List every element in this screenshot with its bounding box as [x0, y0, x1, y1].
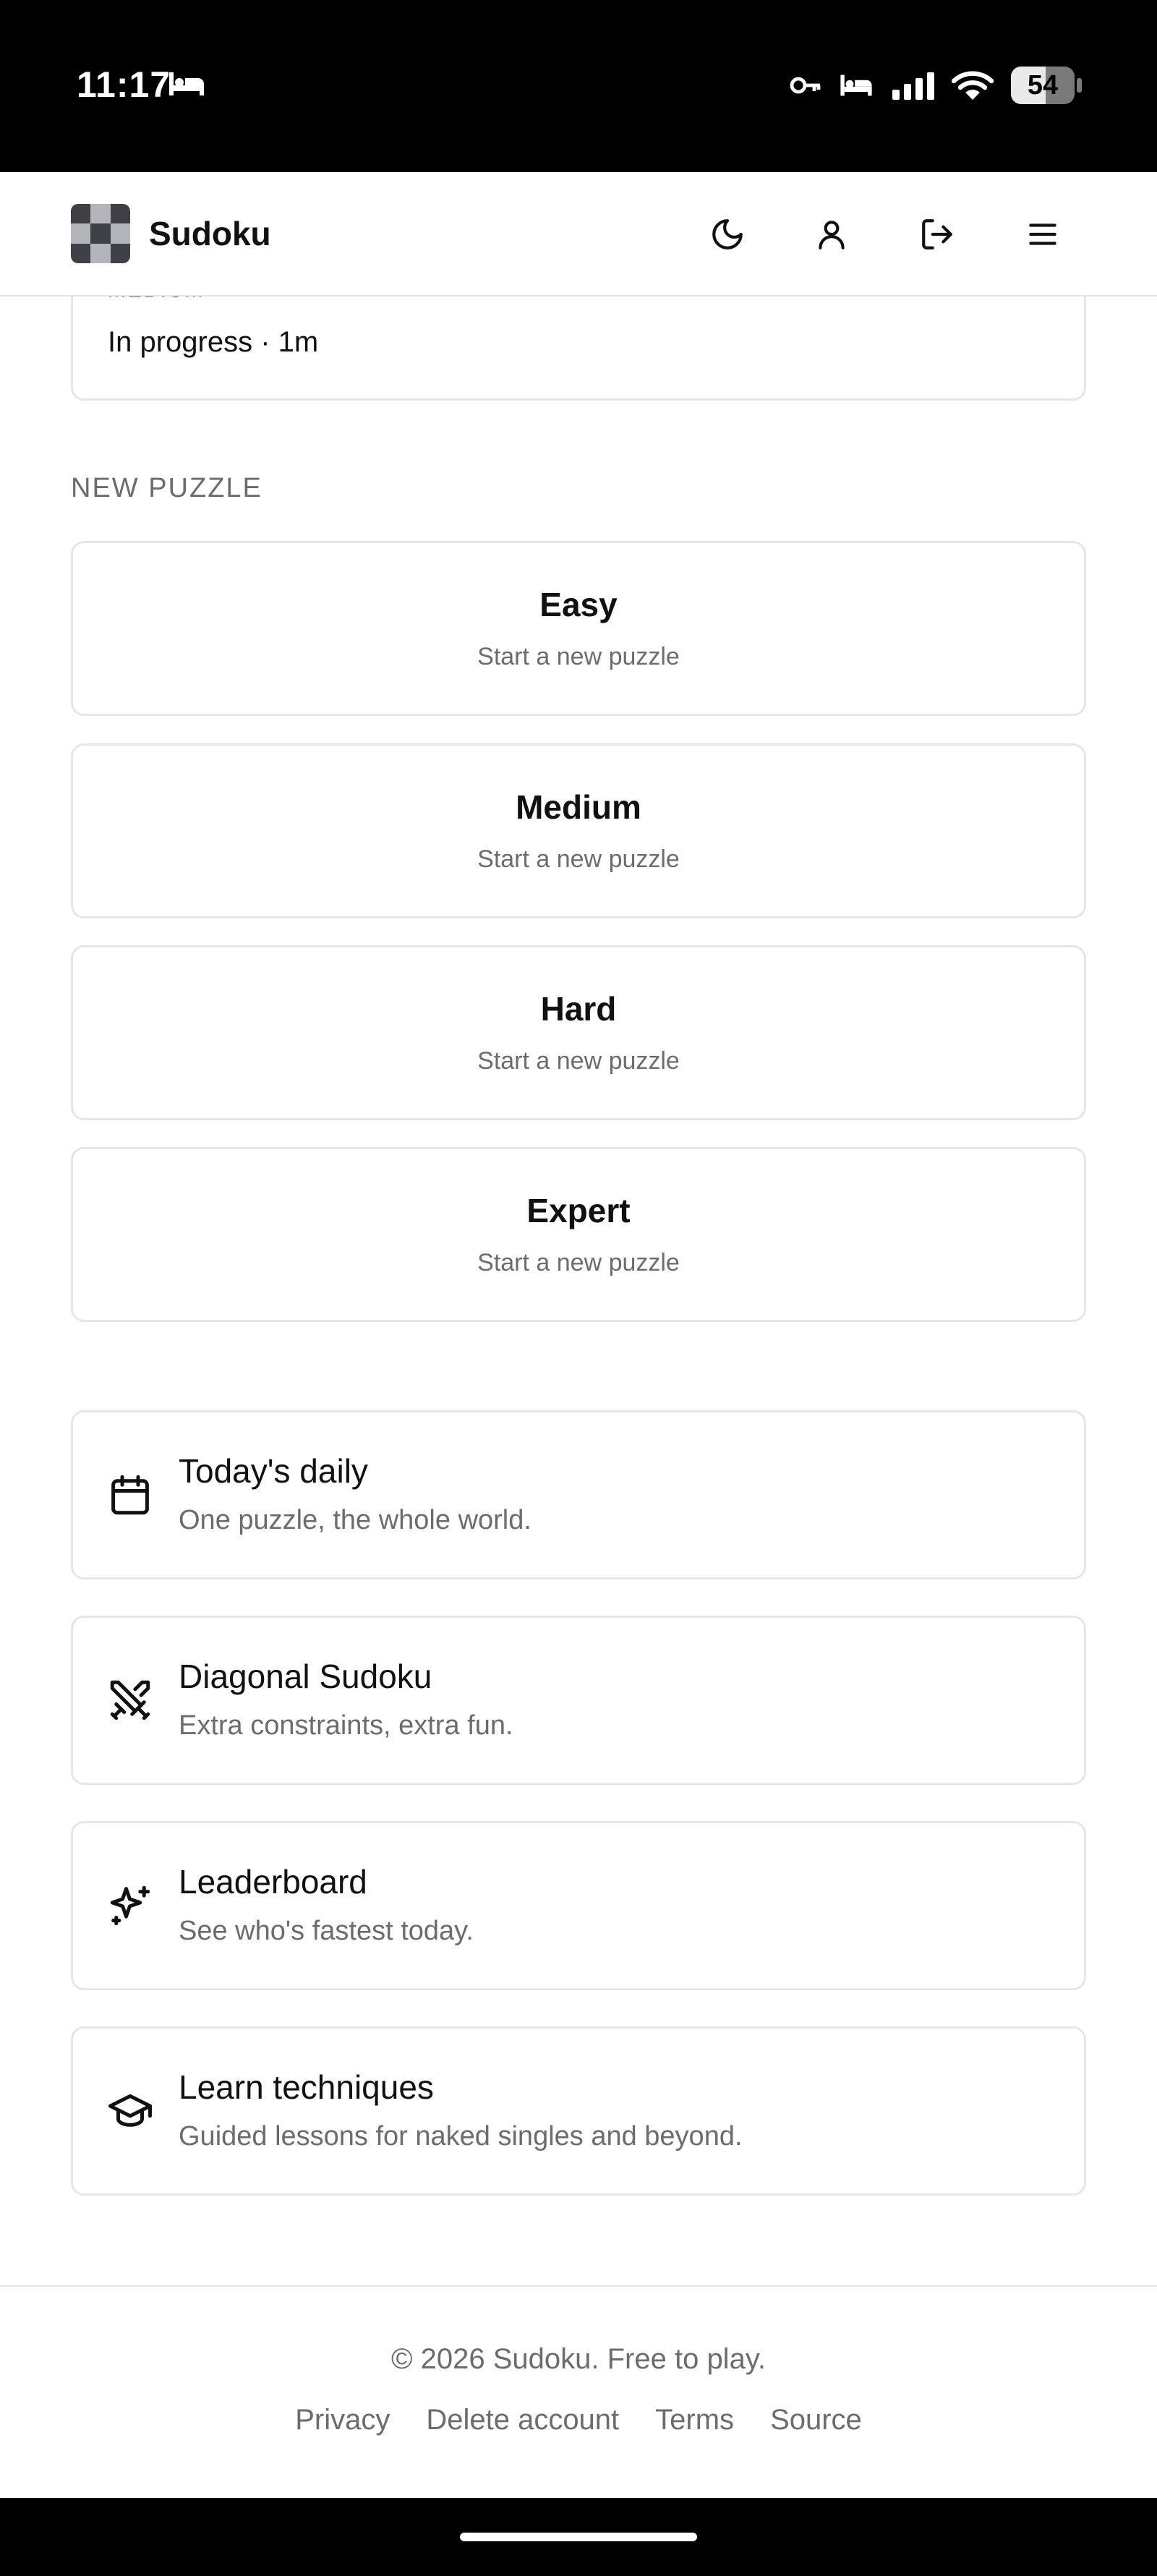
feature-title: Leaderboard [179, 1863, 367, 1901]
signal-icon [892, 72, 934, 100]
difficulty-subtitle: Start a new puzzle [477, 845, 680, 873]
footer-links: Privacy Delete account Terms Source [0, 2404, 1157, 2436]
status-time: 11:17 [77, 64, 171, 105]
menu-button[interactable] [1017, 208, 1069, 260]
difficulty-title: Easy [539, 586, 618, 623]
new-medium-puzzle-button[interactable]: Medium Start a new puzzle [71, 743, 1086, 918]
battery-level: 54 [1027, 69, 1059, 101]
theme-toggle-button[interactable] [701, 208, 753, 260]
feature-title: Diagonal Sudoku [179, 1658, 432, 1695]
user-icon [819, 221, 845, 250]
sudoku-logo-icon[interactable] [71, 204, 130, 263]
learn-techniques-link[interactable]: Learn techniques Guided lessons for nake… [71, 2026, 1086, 2196]
source-link[interactable]: Source [770, 2404, 862, 2436]
home-indicator[interactable] [460, 2533, 697, 2541]
battery-icon: 54 [1011, 67, 1082, 104]
daily-puzzle-link[interactable]: Today's daily One puzzle, the whole worl… [71, 1410, 1086, 1579]
app-title[interactable]: Sudoku [149, 213, 271, 255]
feature-subtitle: Extra constraints, extra fun. [179, 1710, 513, 1741]
feature-title: Learn techniques [179, 2068, 434, 2106]
new-expert-puzzle-button[interactable]: Expert Start a new puzzle [71, 1147, 1086, 1322]
logout-icon [922, 219, 952, 250]
graduation-cap-icon [108, 2094, 152, 2127]
app-header: Sudoku [0, 172, 1157, 297]
diagonal-sudoku-link[interactable]: Diagonal Sudoku Extra constraints, extra… [71, 1616, 1086, 1785]
in-progress-status: In progress · 1m [108, 326, 319, 358]
sparkles-icon [110, 1885, 150, 1926]
calendar-icon [111, 1475, 149, 1515]
difficulty-title: Hard [540, 990, 617, 1028]
bed-icon [840, 74, 872, 96]
feature-subtitle: See who's fastest today. [179, 1916, 474, 1946]
difficulty-title: Expert [526, 1192, 631, 1229]
logout-button[interactable] [911, 208, 963, 260]
footer: © 2026 Sudoku. Free to play. Privacy Del… [0, 2285, 1157, 2498]
terms-link[interactable]: Terms [655, 2404, 734, 2436]
status-bar: 11:17 54 [0, 0, 1157, 172]
system-navigation-bar [0, 2498, 1157, 2576]
feature-subtitle: Guided lessons for naked singles and bey… [179, 2121, 743, 2151]
crossed-swords-icon [110, 1680, 150, 1720]
privacy-link[interactable]: Privacy [295, 2404, 390, 2436]
leaderboard-link[interactable]: Leaderboard See who's fastest today. [71, 1821, 1086, 1990]
menu-icon [1029, 223, 1056, 245]
difficulty-title: Medium [516, 788, 641, 826]
wifi-icon [952, 71, 994, 100]
bed-icon [169, 72, 204, 95]
new-easy-puzzle-button[interactable]: Easy Start a new puzzle [71, 541, 1086, 716]
difficulty-subtitle: Start a new puzzle [477, 643, 680, 670]
feature-title: Today's daily [179, 1452, 368, 1490]
profile-button[interactable] [806, 208, 858, 260]
difficulty-subtitle: Start a new puzzle [477, 1047, 680, 1075]
new-hard-puzzle-button[interactable]: Hard Start a new puzzle [71, 945, 1086, 1120]
delete-account-link[interactable]: Delete account [426, 2404, 619, 2436]
difficulty-subtitle: Start a new puzzle [477, 1249, 680, 1276]
copyright-text: © 2026 Sudoku. Free to play. [391, 2343, 766, 2375]
feature-subtitle: One puzzle, the whole world. [179, 1505, 531, 1535]
status-icons: 54 [790, 64, 1082, 107]
new-puzzle-heading: NEW PUZZLE [71, 473, 262, 503]
moon-icon [712, 219, 743, 250]
key-icon [790, 77, 821, 94]
